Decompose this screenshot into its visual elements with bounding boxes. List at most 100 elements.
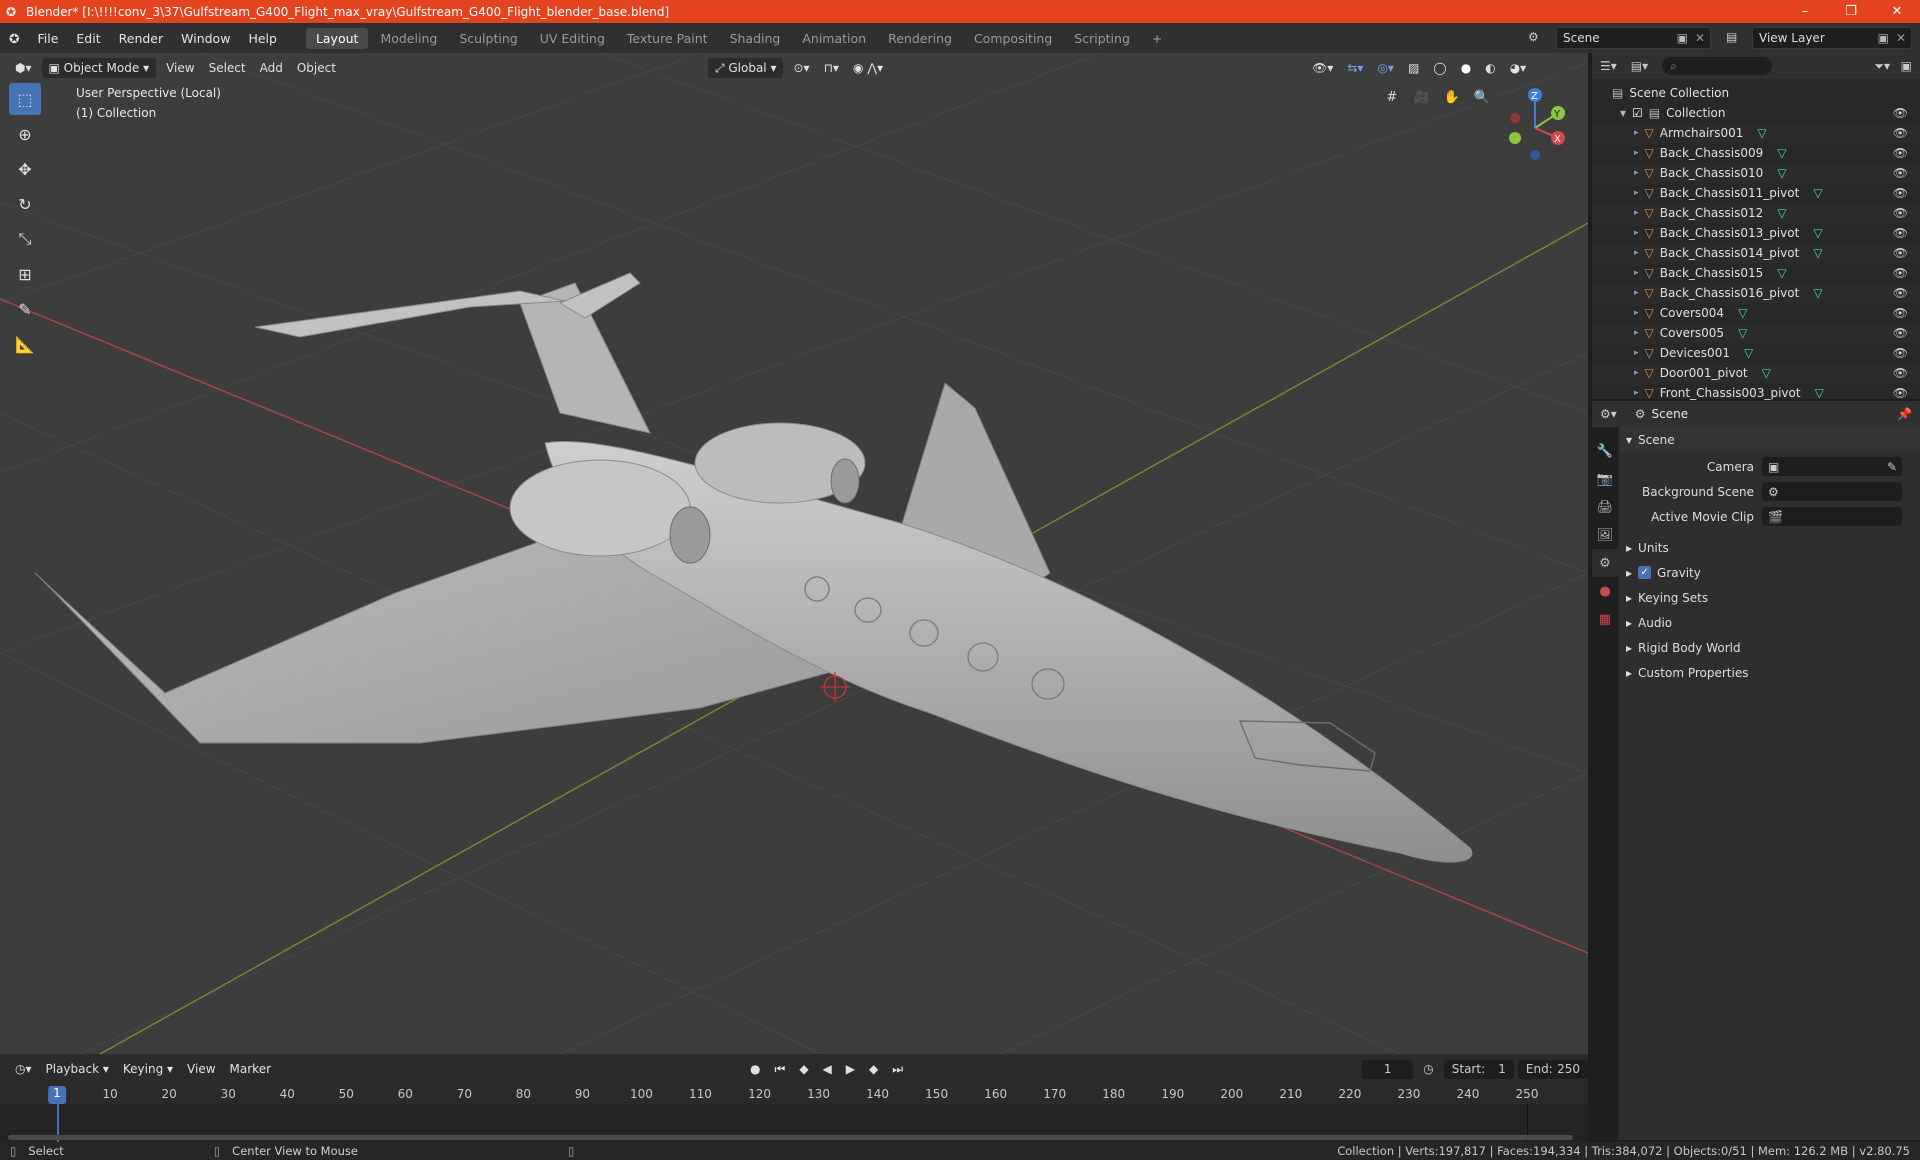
current-frame-field[interactable]: 1 bbox=[1362, 1059, 1414, 1079]
eye-icon[interactable]: 👁 bbox=[1893, 106, 1908, 120]
eye-icon[interactable]: 👁 bbox=[1893, 206, 1908, 220]
units-panel[interactable]: ▸ Units bbox=[1620, 535, 1920, 560]
play-icon[interactable]: ▶ bbox=[839, 1059, 862, 1079]
new-collection-icon[interactable]: ▣ bbox=[1901, 59, 1912, 73]
pivot-icon[interactable]: ⊙▾ bbox=[786, 58, 816, 78]
scene-new-icon[interactable]: ▣ bbox=[1677, 31, 1688, 45]
menu-window[interactable]: Window bbox=[172, 31, 239, 46]
camera-view-icon[interactable]: 🎥 bbox=[1410, 85, 1434, 109]
aircraft-model[interactable] bbox=[34, 272, 1473, 863]
mesh-data-icon[interactable]: ▽ bbox=[1813, 186, 1822, 200]
outliner-object-row[interactable]: ▸ ▽ Back_Chassis014_pivot ▽ 👁 bbox=[1592, 243, 1920, 263]
mesh-data-icon[interactable]: ▽ bbox=[1777, 166, 1786, 180]
outliner-object-row[interactable]: ▸ ▽ Devices001 ▽ 👁 bbox=[1592, 343, 1920, 363]
mesh-data-icon[interactable]: ▽ bbox=[1744, 346, 1753, 360]
tab-layout[interactable]: Layout bbox=[305, 27, 369, 49]
eye-icon[interactable]: 👁 bbox=[1893, 186, 1908, 200]
eye-icon[interactable]: 👁 bbox=[1893, 166, 1908, 180]
view-layer-tab-icon[interactable]: 🖼 bbox=[1592, 521, 1618, 549]
display-mode-icon[interactable]: ▤▾ bbox=[1631, 59, 1648, 73]
tab-uv-editing[interactable]: UV Editing bbox=[530, 28, 615, 49]
expand-arrow-icon[interactable]: ▸ bbox=[1634, 348, 1639, 358]
timeline-ruler[interactable]: 1 10 20 30 40 50 60 70 80 90 100 110 120 130 140 150 16… bbox=[0, 1084, 1588, 1104]
playback-menu[interactable]: Playback ▾ bbox=[39, 1059, 116, 1079]
timeline-track-area[interactable] bbox=[0, 1104, 1588, 1146]
world-tab-icon[interactable]: ● bbox=[1592, 577, 1618, 605]
mesh-data-icon[interactable]: ▽ bbox=[1762, 366, 1771, 380]
menu-add[interactable]: Add bbox=[253, 58, 290, 78]
scene-collection-row[interactable]: ▤ Scene Collection bbox=[1592, 83, 1920, 103]
expand-arrow-icon[interactable]: ▸ bbox=[1634, 128, 1639, 138]
keying-menu[interactable]: Keying ▾ bbox=[116, 1059, 180, 1079]
expand-arrow-icon[interactable]: ▸ bbox=[1634, 308, 1639, 318]
editor-type-icon[interactable]: ⬢▾ bbox=[8, 58, 39, 78]
timeline-scrollbar[interactable] bbox=[8, 1135, 1573, 1140]
outliner-object-row[interactable]: ▸ ▽ Back_Chassis016_pivot ▽ 👁 bbox=[1592, 283, 1920, 303]
tool-tab-icon[interactable]: 🔧 bbox=[1592, 437, 1618, 465]
menu-help[interactable]: Help bbox=[239, 31, 286, 46]
scene-selector[interactable]: Scene ▣ ✕ bbox=[1556, 27, 1711, 49]
select-box-icon[interactable]: ⬚ bbox=[9, 83, 41, 115]
eye-icon[interactable]: 👁 bbox=[1893, 366, 1908, 380]
marker-menu[interactable]: Marker bbox=[223, 1059, 278, 1079]
outliner-object-row[interactable]: ▸ ▽ Back_Chassis009 ▽ 👁 bbox=[1592, 143, 1920, 163]
restore-button[interactable]: ❐ bbox=[1828, 0, 1874, 23]
next-keyframe-icon[interactable]: ◆ bbox=[862, 1059, 885, 1079]
material-shading-icon[interactable]: ◐ bbox=[1478, 58, 1502, 78]
menu-select[interactable]: Select bbox=[202, 58, 253, 78]
3d-viewport[interactable]: ⬢▾ ▣ Object Mode ▾ View Select Add Objec… bbox=[0, 53, 1588, 1054]
jump-start-icon[interactable]: ⏮ bbox=[768, 1059, 793, 1079]
pin-icon[interactable]: 📌 bbox=[1897, 407, 1912, 421]
eye-icon[interactable]: 👁 bbox=[1893, 226, 1908, 240]
transform-icon[interactable]: ⊞ bbox=[9, 258, 41, 290]
expand-arrow-icon[interactable]: ▸ bbox=[1634, 248, 1639, 258]
view-layer-remove-icon[interactable]: ✕ bbox=[1896, 31, 1906, 45]
outliner-object-row[interactable]: ▸ ▽ Back_Chassis012 ▽ 👁 bbox=[1592, 203, 1920, 223]
expand-arrow-icon[interactable]: ▸ bbox=[1634, 268, 1639, 278]
expand-arrow-icon[interactable]: ▸ bbox=[1634, 168, 1639, 178]
overlay-toggle-icon[interactable]: ◎▾ bbox=[1370, 58, 1401, 78]
current-frame-indicator[interactable]: 1 bbox=[48, 1086, 66, 1104]
mesh-data-icon[interactable]: ▽ bbox=[1815, 386, 1824, 400]
timeline-view-menu[interactable]: View bbox=[180, 1059, 222, 1079]
record-icon[interactable]: ● bbox=[743, 1059, 767, 1079]
outliner-object-row[interactable]: ▸ ▽ Back_Chassis010 ▽ 👁 bbox=[1592, 163, 1920, 183]
eye-icon[interactable]: 👁 bbox=[1893, 266, 1908, 280]
menu-object[interactable]: Object bbox=[290, 58, 343, 78]
outliner-search-input[interactable]: ⌕ bbox=[1662, 57, 1773, 75]
end-frame-field[interactable]: End: 250 bbox=[1517, 1059, 1588, 1079]
eye-icon[interactable]: 👁 bbox=[1893, 326, 1908, 340]
eyedropper-icon[interactable]: ✎ bbox=[1887, 460, 1897, 474]
expand-arrow-icon[interactable]: ▸ bbox=[1634, 188, 1639, 198]
blender-menu-icon[interactable]: ✪ bbox=[0, 31, 28, 46]
visibility-icon[interactable]: 👁▾ bbox=[1305, 58, 1340, 78]
expand-arrow-icon[interactable]: ▸ bbox=[1634, 228, 1639, 238]
expand-arrow-icon[interactable]: ▸ bbox=[1634, 388, 1639, 398]
active-movie-clip-field[interactable]: 🎬 bbox=[1762, 507, 1902, 526]
view-layer-selector[interactable]: View Layer ▣ ✕ bbox=[1752, 27, 1912, 49]
camera-field[interactable]: ▣ ✎ bbox=[1762, 457, 1902, 476]
outliner-object-row[interactable]: ▸ ▽ Covers004 ▽ 👁 bbox=[1592, 303, 1920, 323]
object-mode-dropdown[interactable]: ▣ Object Mode ▾ bbox=[41, 58, 157, 78]
grid-view-icon[interactable]: # bbox=[1380, 85, 1404, 109]
scene-icon[interactable]: ⚙ bbox=[1528, 30, 1539, 44]
snap-icon[interactable]: ⊓▾ bbox=[817, 58, 846, 78]
rigid-body-world-panel[interactable]: ▸ Rigid Body World bbox=[1620, 635, 1920, 660]
move-icon[interactable]: ✥ bbox=[9, 153, 41, 185]
outliner-object-row[interactable]: ▸ ▽ Back_Chassis011_pivot ▽ 👁 bbox=[1592, 183, 1920, 203]
texture-tab-icon[interactable]: ▦ bbox=[1592, 605, 1618, 633]
outliner-object-row[interactable]: ▸ ▽ Armchairs001 ▽ 👁 bbox=[1592, 123, 1920, 143]
eye-icon[interactable]: 👁 bbox=[1893, 286, 1908, 300]
eye-icon[interactable]: 👁 bbox=[1893, 146, 1908, 160]
tab-shading[interactable]: Shading bbox=[720, 28, 791, 49]
mesh-data-icon[interactable]: ▽ bbox=[1738, 306, 1747, 320]
mesh-data-icon[interactable]: ▽ bbox=[1813, 226, 1822, 240]
mesh-data-icon[interactable]: ▽ bbox=[1777, 206, 1786, 220]
tab-animation[interactable]: Animation bbox=[792, 28, 876, 49]
transform-orientation-dropdown[interactable]: ⤢ Global ▾ bbox=[707, 58, 784, 78]
eye-icon[interactable]: 👁 bbox=[1893, 126, 1908, 140]
menu-view[interactable]: View bbox=[159, 58, 201, 78]
menu-render[interactable]: Render bbox=[110, 31, 173, 46]
cursor-icon[interactable]: ⊕ bbox=[9, 118, 41, 150]
pan-hand-icon[interactable]: ✋ bbox=[1440, 85, 1464, 109]
